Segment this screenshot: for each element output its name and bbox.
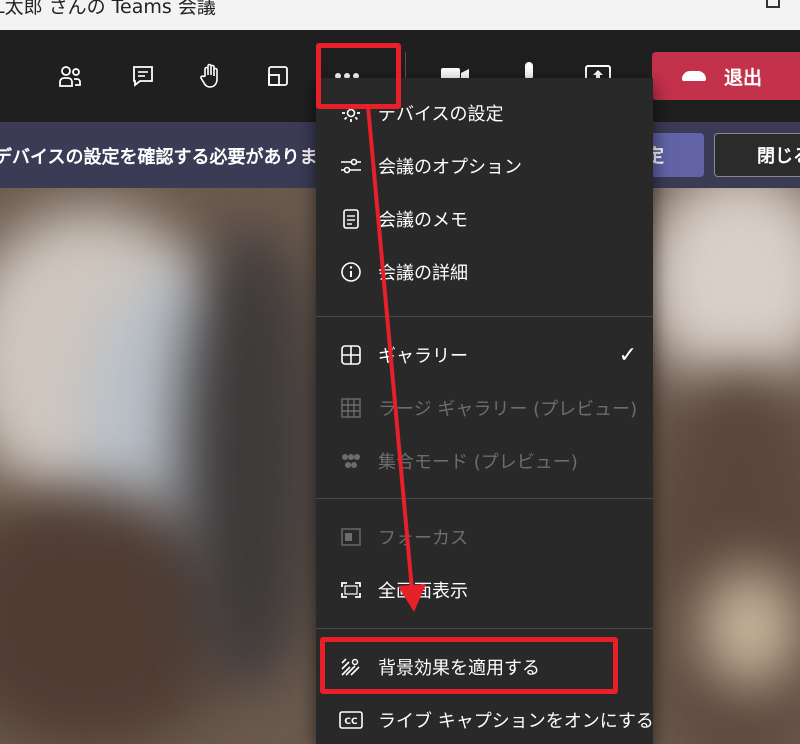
menu-item-label: 会議のオプション — [378, 157, 522, 178]
menu-divider — [316, 498, 653, 499]
focus-icon — [338, 524, 364, 550]
menu-item-meeting-options[interactable]: 会議のオプション — [316, 143, 653, 189]
leave-label: 退出 — [724, 66, 763, 89]
menu-item-full-screen[interactable]: 全画面表示 — [316, 567, 653, 613]
window-title: L太郎 さんの Teams 会議 — [0, 0, 216, 18]
close-notice-button[interactable]: 閉じる — [714, 133, 800, 177]
svg-text:CC: CC — [344, 717, 358, 727]
leave-button[interactable]: 退出 — [652, 52, 800, 100]
highlight-more-button — [316, 43, 401, 109]
menu-item-label: ラージ ギャラリー (プレビュー) — [378, 399, 638, 420]
close-notice-label: 閉じる — [757, 146, 800, 167]
menu-item-live-captions[interactable]: CC ライブ キャプションをオンにする — [316, 697, 654, 743]
notice-message: デバイスの設定を確認する必要がありま — [0, 147, 318, 168]
menu-item-label: ライブ キャプションをオンにする — [378, 711, 654, 732]
menu-item-focus: フォーカス — [316, 514, 653, 560]
grid-icon — [338, 342, 364, 368]
notes-icon — [338, 206, 364, 232]
info-icon — [338, 259, 364, 285]
large-grid-icon — [338, 395, 364, 421]
share-tray-icon[interactable] — [263, 61, 293, 91]
raise-hand-icon[interactable] — [196, 61, 226, 91]
menu-item-label: 会議のメモ — [378, 210, 468, 231]
menu-item-label: 全画面表示 — [378, 581, 468, 602]
chat-icon[interactable] — [128, 61, 158, 91]
together-icon — [338, 448, 364, 474]
hang-up-icon — [682, 71, 706, 81]
title-bar: L太郎 さんの Teams 会議 — [0, 0, 800, 30]
participants-icon[interactable] — [55, 61, 85, 91]
menu-divider — [316, 316, 653, 317]
restore-window-button[interactable] — [766, 0, 780, 8]
menu-item-label: 会議の詳細 — [378, 263, 468, 284]
menu-item-gallery[interactable]: ギャラリー ✓ — [316, 332, 653, 378]
menu-divider — [316, 628, 653, 629]
menu-item-label: フォーカス — [378, 528, 468, 549]
sliders-icon — [338, 153, 364, 179]
menu-item-label: ギャラリー — [378, 346, 468, 367]
highlight-background-effects — [320, 637, 618, 694]
menu-item-large-gallery: ラージ ギャラリー (プレビュー) — [316, 385, 653, 431]
menu-item-meeting-notes[interactable]: 会議のメモ — [316, 196, 653, 242]
checkmark-icon: ✓ — [618, 342, 637, 368]
fullscreen-icon — [338, 577, 364, 603]
cc-icon: CC — [338, 707, 364, 733]
menu-item-meeting-details[interactable]: 会議の詳細 — [316, 249, 653, 295]
menu-item-together-mode: 集合モード (プレビュー) — [316, 438, 653, 484]
menu-item-label: 集合モード (プレビュー) — [378, 452, 578, 473]
